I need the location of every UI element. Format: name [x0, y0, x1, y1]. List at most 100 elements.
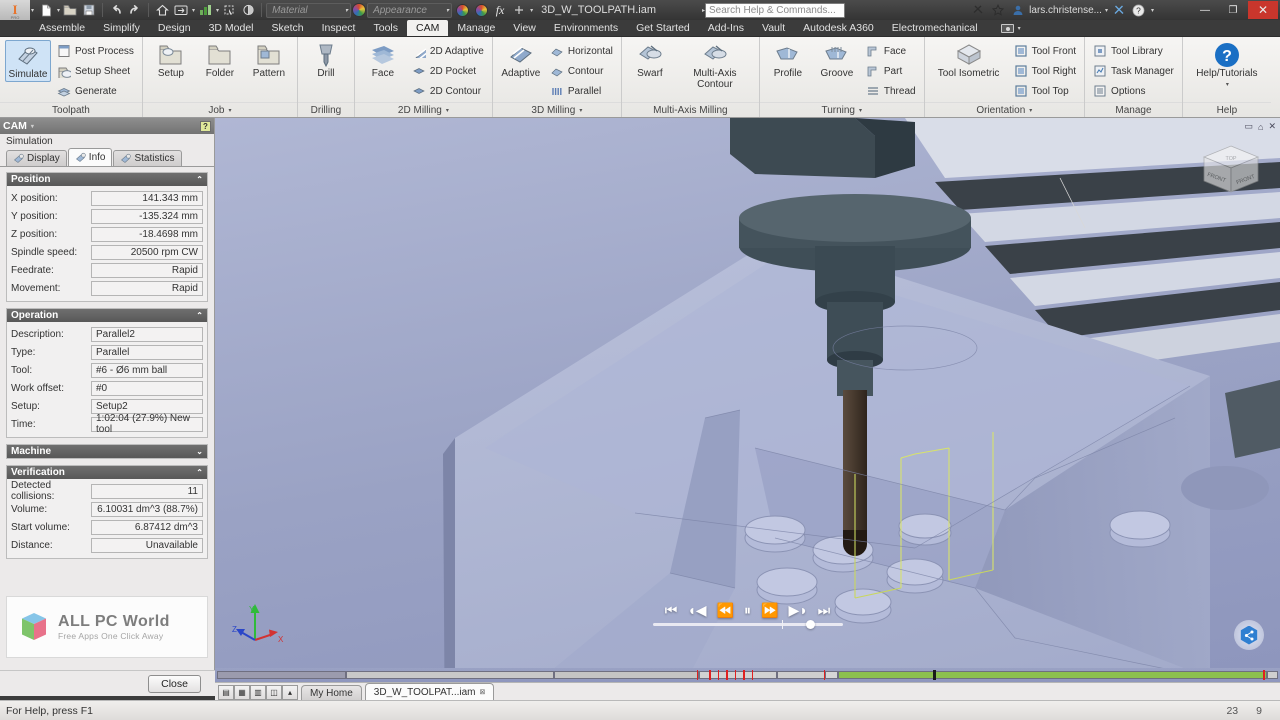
ribbon-group-chevron-icon[interactable]: ▾ [859, 107, 862, 114]
ribbon-button-2d-contour[interactable]: 2D Contour [409, 82, 487, 100]
help-chevron-icon[interactable]: ▾ [1151, 7, 1154, 14]
ribbon-button-folder[interactable]: Folder [197, 40, 243, 80]
panel-section-header-position[interactable]: Position ⌃ [7, 173, 207, 186]
view-single-button[interactable]: ▤ [218, 685, 234, 700]
ribbon-button-post-process[interactable]: Post Process [54, 42, 137, 60]
close-window-button[interactable]: ✕ [1248, 1, 1278, 19]
open-file-button[interactable] [61, 1, 79, 19]
measure-button[interactable] [239, 1, 257, 19]
playback-knob[interactable] [806, 620, 816, 629]
panel-section-collapse-chevron-icon[interactable]: ⌄ [196, 447, 203, 456]
material-chevron-icon[interactable]: ▾ [345, 7, 348, 14]
ribbon-group-chevron-icon[interactable]: ▾ [1029, 107, 1032, 114]
panel-help-icon[interactable]: ? [200, 120, 211, 132]
update-chevron-icon[interactable]: ▾ [216, 7, 219, 14]
view-grid-button[interactable]: ▦ [234, 685, 250, 700]
update-button[interactable] [196, 1, 214, 19]
user-menu-chevron-icon[interactable]: ▾ [1105, 7, 1108, 14]
ribbon-tab-add-ins[interactable]: Add-Ins [699, 20, 753, 36]
material-selector[interactable]: Material ▾ [266, 2, 352, 18]
ribbon-button-face[interactable]: Face [863, 42, 919, 60]
ribbon-tab-inspect[interactable]: Inspect [313, 20, 365, 36]
autodesk-account-icon[interactable] [1110, 1, 1128, 19]
ribbon-button-contour[interactable]: Contour [547, 62, 616, 80]
skip-to-end-button[interactable]: ⏭ [818, 603, 831, 617]
ribbon-button-tool-right[interactable]: Tool Right [1011, 62, 1079, 80]
parameters-button[interactable]: fx [491, 1, 509, 19]
fast-forward-button[interactable]: ⏩ [761, 603, 778, 617]
view-more-button[interactable]: ▴ [282, 685, 298, 700]
redo-button[interactable] [126, 1, 144, 19]
appearance-chevron-icon[interactable]: ▾ [446, 7, 449, 14]
panel-section-header-operation[interactable]: Operation ⌃ [7, 309, 207, 322]
document-tab-0[interactable]: My Home [301, 685, 362, 700]
ribbon-tab-autodesk-a360[interactable]: Autodesk A360 [794, 20, 883, 36]
step-back-button[interactable]: ◖◀ [687, 603, 706, 617]
new-file-button[interactable] [37, 1, 55, 19]
skip-to-start-button[interactable]: ⏮ [665, 603, 678, 617]
ribbon-group-chevron-icon[interactable]: ▾ [228, 107, 231, 114]
minimize-window-button[interactable]: — [1192, 1, 1218, 19]
ribbon-tab-vault[interactable]: Vault [753, 20, 794, 36]
ribbon-tab-cam[interactable]: CAM [407, 20, 449, 36]
ribbon-button-generate[interactable]: Generate [54, 82, 137, 100]
ribbon-tab-environments[interactable]: Environments [545, 20, 627, 36]
appearance-sphere-icon[interactable] [352, 3, 367, 17]
home-button[interactable] [153, 1, 171, 19]
view-vertical-split-button[interactable]: ◫ [266, 685, 282, 700]
return-button[interactable] [172, 1, 190, 19]
ribbon-tab-simplify[interactable]: Simplify [94, 20, 149, 36]
maximize-window-button[interactable]: ❐ [1220, 1, 1246, 19]
adjust-appearance-button[interactable] [453, 1, 471, 19]
ribbon-button-tool-front[interactable]: Tool Front [1011, 42, 1079, 60]
ribbon-button-horizontal[interactable]: Horizontal [547, 42, 616, 60]
appearance-selector[interactable]: Appearance ▾ [367, 2, 453, 18]
ribbon-button-2d-pocket[interactable]: 2D Pocket [409, 62, 487, 80]
panel-section-collapse-chevron-icon[interactable]: ⌃ [196, 175, 203, 184]
panel-section-header-verification[interactable]: Verification ⌃ [7, 466, 207, 479]
ribbon-button-profile[interactable]: Profile [765, 40, 811, 80]
undo-button[interactable] [107, 1, 125, 19]
ribbon-button-groove[interactable]: Groove [814, 40, 860, 80]
application-logo[interactable]: I PRO [0, 0, 30, 20]
ribbon-tab-sketch[interactable]: Sketch [263, 20, 313, 36]
qat-overflow-chevron-icon[interactable]: ▾ [530, 7, 533, 14]
ribbon-button-pattern[interactable]: Pattern [246, 40, 292, 80]
operation-progress-strip[interactable] [215, 668, 1280, 682]
ribbon-button-task-manager[interactable]: Task Manager [1090, 62, 1177, 80]
ribbon-button-tool-isometric[interactable]: Tool Isometric [930, 40, 1008, 80]
clear-appearance-button[interactable] [472, 1, 490, 19]
select-button[interactable] [220, 1, 238, 19]
ribbon-button-2d-adaptive[interactable]: 2D Adaptive [409, 42, 487, 60]
panel-tab-display[interactable]: Display [6, 150, 67, 166]
share-button[interactable] [1234, 620, 1264, 650]
ribbon-display-options[interactable]: ▾ [987, 20, 1021, 36]
save-button[interactable] [80, 1, 98, 19]
ribbon-tab-get-started[interactable]: Get Started [627, 20, 699, 36]
ribbon-button-tool-top[interactable]: Tool Top [1011, 82, 1079, 100]
ribbon-button-part[interactable]: Part [863, 62, 919, 80]
ribbon-tab-design[interactable]: Design [149, 20, 200, 36]
document-tab-1[interactable]: 3D_W_TOOLPAT...iam ⊠ [364, 683, 495, 700]
ribbon-button-multi-axis-contour[interactable]: Multi-Axis Contour [676, 40, 754, 90]
panel-section-header-machine[interactable]: Machine ⌄ [7, 445, 207, 458]
panel-section-collapse-chevron-icon[interactable]: ⌃ [196, 468, 203, 477]
close-button[interactable]: Close [148, 674, 201, 693]
ribbon-tab-3d-model[interactable]: 3D Model [200, 20, 263, 36]
panel-menu-chevron-icon[interactable]: ▾ [31, 123, 34, 130]
ribbon-button-face[interactable]: Face [360, 40, 406, 80]
ribbon-button-swarf[interactable]: Swarf [627, 40, 673, 80]
ribbon-button-drill[interactable]: Drill [303, 40, 349, 80]
progress-position-marker[interactable] [933, 670, 937, 680]
pause-button[interactable]: ⏸ [744, 603, 751, 617]
ribbon-tab-assemble[interactable]: Assemble [30, 20, 94, 36]
ribbon-button-setup-sheet[interactable]: Setup Sheet [54, 62, 137, 80]
minimize-viewport-icon[interactable]: ▭ [1245, 121, 1254, 132]
display-mode-chevron-icon[interactable]: ▾ [1018, 25, 1021, 32]
customize-qat-button[interactable] [510, 1, 528, 19]
ribbon-button-help-tutorials[interactable]: ? Help/Tutorials ▾ [1188, 40, 1266, 88]
ribbon-tab-manage[interactable]: Manage [448, 20, 504, 36]
ribbon-tab-electromechanical[interactable]: Electromechanical [883, 20, 987, 36]
ribbon-button-tool-library[interactable]: Tool Library [1090, 42, 1177, 60]
help-button[interactable]: ? [1130, 1, 1148, 19]
